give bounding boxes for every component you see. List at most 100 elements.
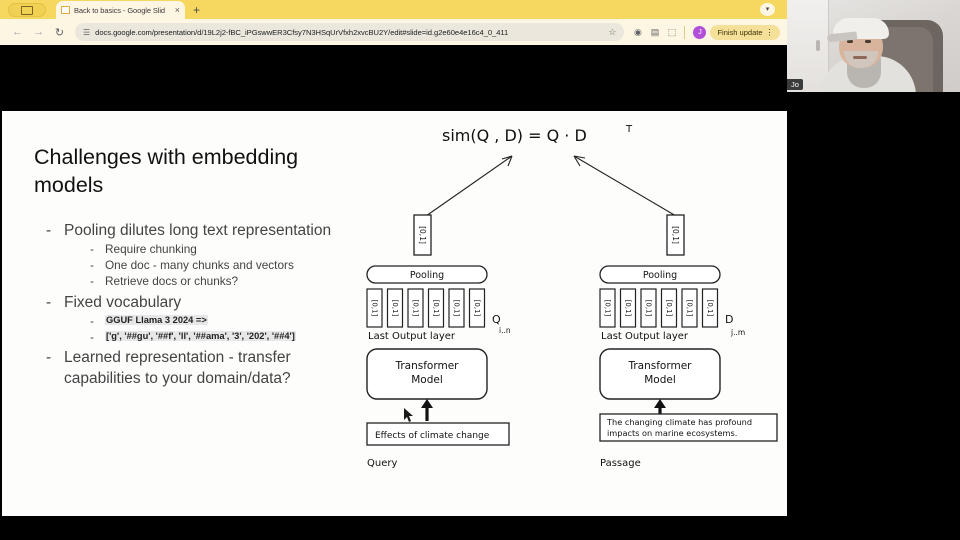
pooling-label-left: Pooling [410,270,444,281]
token-vector-label: [0,1] [391,300,399,317]
pooled-vector-label-right: [0,1] [671,226,680,244]
bullet-item: - Fixed vocabulary [46,293,346,313]
passage-matrix-symbol: D [725,313,733,326]
sub-bullet-text: One doc - many chunks and vectors [105,258,294,273]
last-output-layer-label-left: Last Output layer [368,331,456,342]
webcam-letterbox [787,92,960,100]
sub-bullet-item: - Retrieve docs or chunks? [90,274,346,290]
sub-bullet-group: - GGUF Llama 3 2024 => - ['g', '##gu', '… [90,314,346,345]
person-mouth [853,56,867,59]
highlighted-text: ['g', '##gu', '##f', 'll', '##ama', '3',… [105,330,296,341]
token-vector-label: [0,1] [412,300,420,317]
passage-input-text-1: The changing climate has profound [606,417,752,427]
bullet-item: - Learned representation - transfer capa… [46,348,346,389]
token-vector-label: [0,1] [645,300,653,317]
browser-tab[interactable]: Back to basics - Google Slid × [56,1,185,19]
back-button[interactable]: ← [7,22,28,43]
new-tab-button[interactable]: + [190,4,203,17]
token-vectors-right: [0,1] [0,1] [0,1] [0,1] [0,1] [0,1] [599,288,719,328]
toolbar-divider [684,25,686,39]
right-black-panel [787,100,960,540]
token-vector-label: [0,1] [432,300,440,317]
pooled-vector-label: [0,1] [418,226,427,244]
person-eye-right [865,40,871,43]
slides-favicon [61,6,70,14]
sub-bullet-text: Retrieve docs or chunks? [105,273,239,288]
token-vector-label: [0,1] [706,300,714,317]
participant-name-badge: Jo [787,79,803,90]
page-title: Challenges with embedding models [34,145,299,197]
kebab-menu-icon[interactable]: ⋮ [766,28,774,37]
presentation-stage: Challenges with embedding models - Pooli… [0,45,787,540]
media-cast-icon[interactable]: ▤ [646,23,663,41]
door-handle [816,40,820,51]
chevron-down-icon[interactable]: ▾ [760,3,775,16]
pooling-label-right: Pooling [643,270,677,281]
bullet-dash: - [90,273,94,288]
token-vector-label: [0,1] [473,300,481,317]
bullet-text: Pooling dilutes long text representation [64,222,332,239]
url-text: docs.google.com/presentation/d/19L2j2-fB… [95,27,509,37]
bullet-dash: - [46,293,52,311]
query-caption: Query [367,458,397,469]
bullet-dash: - [90,313,94,328]
passage-input-text-2: impacts on marine ecosystems. [607,428,737,438]
token-vector-label: [0,1] [371,300,379,317]
address-bar[interactable]: ☰ docs.google.com/presentation/d/19L2j2-… [75,23,625,41]
token-vectors-left: [0,1] [0,1] [0,1] [0,1] [0,1] [0,1] [366,288,486,328]
tab-group-icon [21,5,33,15]
tab-title: Back to basics - Google Slid [74,5,165,15]
formula-superscript: T [625,124,633,135]
avatar[interactable]: J [693,25,707,39]
sub-bullet-item: - ['g', '##gu', '##f', 'll', '##ama', '3… [90,330,346,346]
transformer-label-right-1: Transformer [627,360,692,372]
forward-button[interactable]: → [28,22,49,43]
slide-canvas[interactable]: Challenges with embedding models - Pooli… [2,111,787,516]
bullet-list: - Pooling dilutes long text representati… [46,221,346,390]
bullet-item: - Pooling dilutes long text representati… [46,221,346,241]
browser-window: Back to basics - Google Slid × + ▾ ← → ↻… [0,0,787,45]
sub-bullet-item: - Require chunking [90,242,346,258]
side-panel-icon[interactable]: ⬚ [663,23,680,41]
finish-update-label: Finish update [717,27,763,37]
bullet-dash: - [90,242,94,257]
sub-bullet-group: - Require chunking - One doc - many chun… [90,242,346,289]
extension-icon[interactable]: ◉ [629,23,646,41]
transformer-label-left-2: Model [411,374,443,386]
passage-matrix-subscript: j..m [730,328,745,337]
webcam-feed[interactable]: Jo [787,0,960,100]
site-settings-icon[interactable]: ☰ [83,28,90,37]
query-matrix-subscript: i..n [499,326,511,335]
navigation-toolbar: ← → ↻ ☰ docs.google.com/presentation/d/1… [0,19,787,45]
query-matrix-symbol: Q [492,313,501,326]
embedding-diagram: sim(Q , D) = Q · D T [0,1] Pooling [0,1]… [342,111,787,516]
sub-bullet-item: - GGUF Llama 3 2024 => [90,314,346,330]
sub-bullet-item: - One doc - many chunks and vectors [90,258,346,274]
close-icon[interactable]: × [175,5,180,15]
sub-bullet-text: Require chunking [105,242,197,257]
diagram-svg: sim(Q , D) = Q · D T [0,1] Pooling [0,1]… [366,124,778,469]
finish-update-button[interactable]: Finish update ⋮ [710,24,780,40]
bullet-dash: - [46,222,52,239]
transformer-label-left-1: Transformer [394,360,459,372]
token-vector-label: [0,1] [665,300,673,317]
tab-strip: Back to basics - Google Slid × + ▾ [0,0,787,19]
bullet-text: Fixed vocabulary [64,293,182,311]
bullet-dash: - [46,349,52,367]
token-vector-label: [0,1] [453,300,461,317]
mouse-cursor [404,408,413,422]
transformer-label-right-2: Model [644,374,676,386]
token-vector-label: [0,1] [604,300,612,317]
screen: Back to basics - Google Slid × + ▾ ← → ↻… [0,0,960,540]
query-input-text: Effects of climate change [375,431,490,441]
person-eye-left [847,40,853,43]
bullet-text: Learned representation - transfer capabi… [64,349,291,387]
tab-group-chip[interactable] [8,3,46,17]
similarity-formula: sim(Q , D) = Q · D [442,126,587,145]
passage-caption: Passage [600,458,641,469]
bullet-dash: - [90,329,94,344]
last-output-layer-label-right: Last Output layer [601,331,689,342]
reload-button[interactable]: ↻ [49,22,70,43]
highlighted-text: GGUF Llama 3 2024 => [105,314,208,325]
bookmark-star-icon[interactable]: ☆ [608,27,616,38]
